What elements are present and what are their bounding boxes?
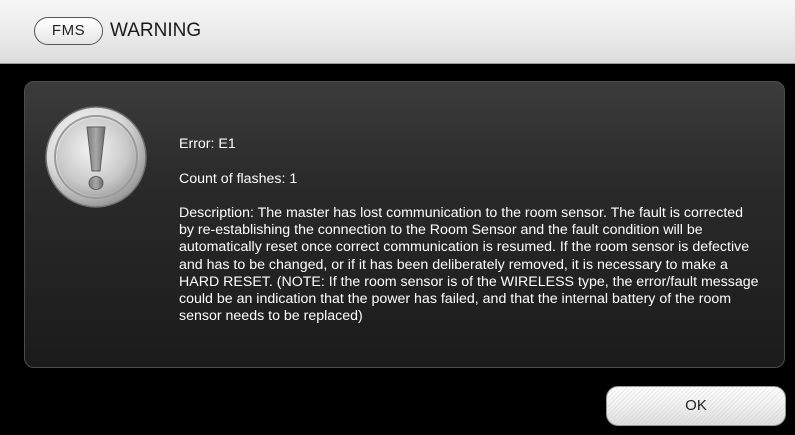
flash-count-line: Count of flashes: 1 (179, 170, 298, 187)
title-bar: FMS WARNING (0, 0, 795, 64)
exclamation-icon (45, 106, 147, 208)
dialog-title: WARNING (110, 20, 202, 41)
warning-dialog: FMS WARNING Error: E1 Count of flashes: … (0, 0, 795, 435)
fms-badge: FMS (34, 17, 103, 45)
error-description: Description: The master has lost communi… (179, 205, 759, 325)
error-code-line: Error: E1 (179, 136, 236, 153)
error-message: Error: E1 Count of flashes: 1 Descriptio… (179, 119, 759, 343)
ok-button[interactable]: OK (606, 386, 786, 426)
